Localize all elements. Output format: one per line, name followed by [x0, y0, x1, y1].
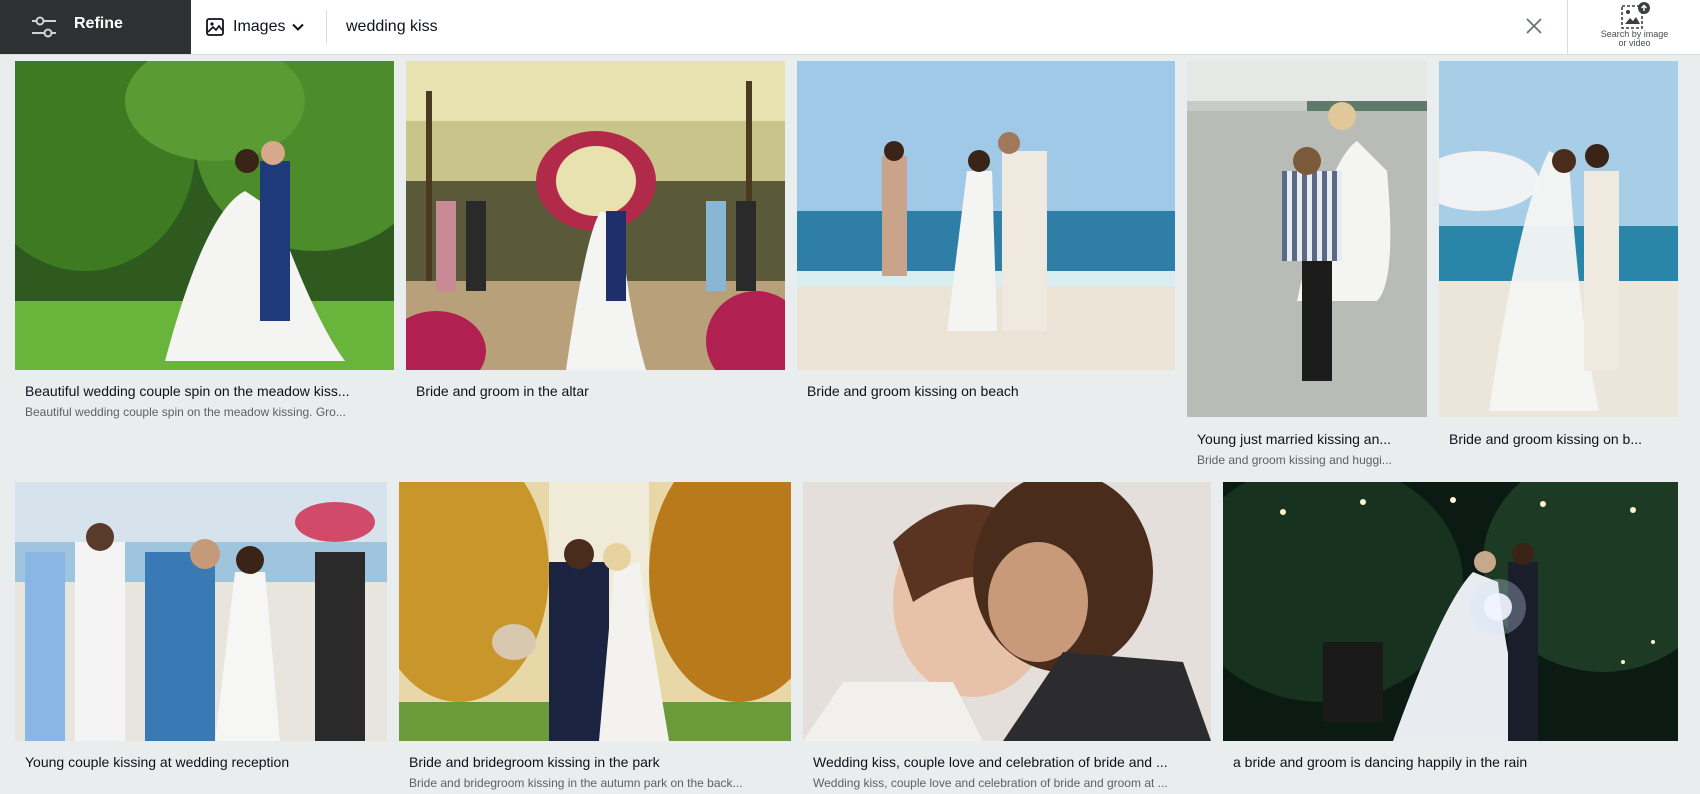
result-card[interactable]: a bride and groom is dancing happily in … — [1223, 482, 1678, 782]
refine-button[interactable]: Refine — [0, 0, 191, 54]
meadow-wedding-image — [15, 61, 394, 370]
result-title: Bride and bridegroom kissing in the park — [409, 754, 660, 770]
visual-search-label: Search by image or video — [1600, 29, 1669, 48]
result-description: Bride and groom kissing and huggi... — [1197, 453, 1392, 467]
result-thumbnail[interactable] — [1223, 482, 1678, 741]
media-type-label: Images — [233, 18, 286, 35]
result-thumbnail[interactable] — [797, 61, 1175, 370]
result-title: Wedding kiss, couple love and celebratio… — [813, 754, 1168, 770]
visual-search-button[interactable]: Search by image or video — [1567, 0, 1700, 54]
altar-wedding-image — [406, 61, 785, 370]
result-card[interactable]: Beautiful wedding couple spin on the mea… — [15, 61, 394, 421]
result-title: Beautiful wedding couple spin on the mea… — [25, 383, 350, 399]
result-card[interactable]: Bride and groom kissing on b... — [1439, 61, 1678, 451]
result-card[interactable]: Bride and bridegroom kissing in the park… — [399, 482, 791, 792]
result-title: Bride and groom in the altar — [416, 383, 589, 399]
result-description: Beautiful wedding couple spin on the mea… — [25, 405, 346, 419]
result-card[interactable]: Young couple kissing at wedding receptio… — [15, 482, 387, 782]
result-card[interactable]: Young just married kissing an... Bride a… — [1187, 61, 1427, 471]
chevron-down-icon — [292, 23, 305, 31]
closeup-wedding-image — [803, 482, 1211, 741]
search-input[interactable] — [346, 12, 1496, 42]
result-thumbnail[interactable] — [1187, 61, 1427, 417]
result-thumbnail[interactable] — [406, 61, 785, 370]
close-icon[interactable] — [1520, 12, 1548, 40]
reception-wedding-image — [15, 482, 387, 741]
result-card[interactable]: Wedding kiss, couple love and celebratio… — [803, 482, 1211, 792]
toolbar-divider — [326, 10, 327, 44]
result-thumbnail[interactable] — [1439, 61, 1678, 417]
result-card[interactable]: Bride and groom in the altar — [406, 61, 785, 401]
result-title: a bride and groom is dancing happily in … — [1233, 754, 1528, 770]
result-thumbnail[interactable] — [803, 482, 1211, 741]
media-type-dropdown[interactable]: Images — [205, 12, 305, 42]
result-description: Bride and bridegroom kissing in the autu… — [409, 776, 743, 790]
filter-sliders-icon — [32, 16, 56, 38]
search-by-image-icon — [1621, 2, 1650, 29]
result-thumbnail[interactable] — [15, 61, 394, 370]
result-thumbnail[interactable] — [15, 482, 387, 741]
result-description: Wedding kiss, couple love and celebratio… — [813, 776, 1168, 790]
result-thumbnail[interactable] — [399, 482, 791, 741]
image-icon — [206, 18, 224, 36]
beach-wedding-image — [797, 61, 1175, 370]
beach-veil-wedding-image — [1439, 61, 1678, 417]
result-card[interactable]: Bride and groom kissing on beach — [797, 61, 1175, 401]
result-title: Bride and groom kissing on b... — [1449, 431, 1642, 447]
night-rain-wedding-image — [1223, 482, 1678, 741]
search-toolbar: Refine Images Search by image or video — [0, 0, 1700, 55]
refine-label: Refine — [74, 15, 123, 32]
park-wedding-image — [399, 482, 791, 741]
result-title: Young just married kissing an... — [1197, 431, 1392, 447]
result-title: Bride and groom kissing on beach — [807, 383, 1019, 399]
sea-lift-wedding-image — [1187, 61, 1427, 417]
result-title: Young couple kissing at wedding receptio… — [25, 754, 290, 770]
